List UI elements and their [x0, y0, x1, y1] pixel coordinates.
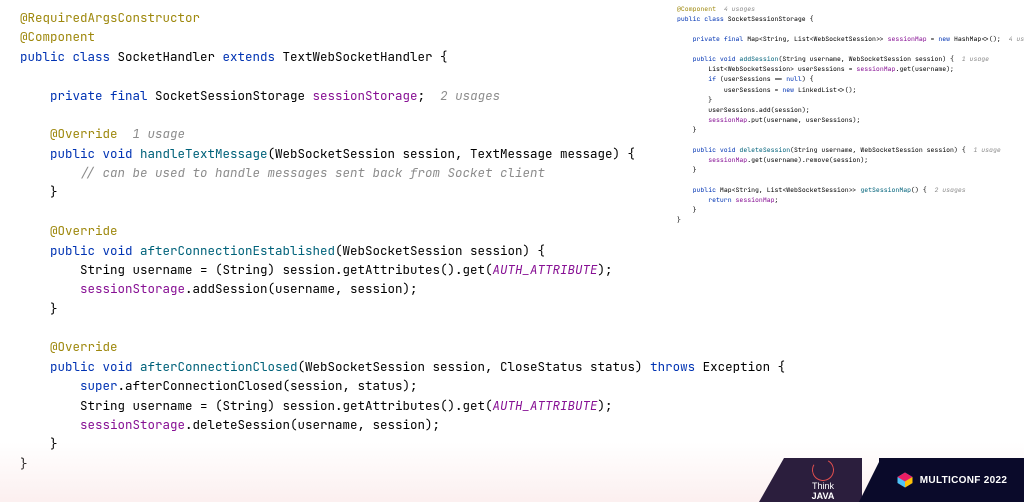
code-line: userSessions.add(session);: [677, 105, 1009, 115]
code-line: [20, 318, 670, 337]
footer-slant: [859, 458, 881, 502]
code-line: public void handleTextMessage(WebSocketS…: [20, 144, 670, 163]
multiconf-icon: [896, 471, 914, 489]
footer-bar: ThinkJAVA MULTICONF 2022: [699, 458, 1024, 502]
code-line: [677, 24, 1009, 34]
side-code-panel: @Component 4 usages public class SocketS…: [677, 4, 1009, 225]
code-line: public void deleteSession(String usernam…: [677, 145, 1009, 155]
code-line: // can be used to handle messages sent b…: [20, 163, 670, 182]
code-line: [20, 105, 670, 124]
code-line: return sessionMap;: [677, 195, 1009, 205]
code-line: String username = (String) session.getAt…: [20, 396, 670, 415]
usage-hint: 2 usages: [440, 87, 500, 104]
code-line: @Component 4 usages: [677, 4, 1009, 14]
code-line: [20, 66, 670, 85]
code-line: @Override: [20, 221, 670, 240]
multiconf-text: MULTICONF 2022: [920, 475, 1007, 486]
code-line: [677, 44, 1009, 54]
code-line: @RequiredArgsConstructor: [20, 8, 670, 27]
code-line: [20, 202, 670, 221]
code-line: public class SocketHandler extends TextW…: [20, 47, 670, 66]
code-line: userSessions = new LinkedList<>();: [677, 85, 1009, 95]
ring-icon: [810, 456, 837, 483]
code-line: @Component: [20, 27, 670, 46]
think-java-logo: ThinkJAVA: [784, 458, 862, 502]
main-code-panel: @RequiredArgsConstructor @Component publ…: [20, 8, 670, 473]
code-line: public Map<String, List<WebSocketSession…: [677, 185, 1009, 195]
code-line: private final Map<String, List<WebSocket…: [677, 34, 1009, 44]
code-line: if (userSessions == null) {: [677, 74, 1009, 84]
annotation: @RequiredArgsConstructor: [20, 9, 200, 26]
code-line: public void afterConnectionClosed(WebSoc…: [20, 357, 670, 376]
code-line: }: [677, 215, 1009, 225]
code-line: sessionMap.get(username).remove(session)…: [677, 155, 1009, 165]
code-line: private final SocketSessionStorage sessi…: [20, 86, 670, 105]
footer-slant: [759, 458, 784, 502]
code-line: sessionStorage.deleteSession(username, s…: [20, 415, 670, 434]
annotation: @Component: [20, 28, 95, 45]
code-line: }: [677, 165, 1009, 175]
usage-hint: 1 usage: [133, 125, 186, 142]
code-line: }: [677, 95, 1009, 105]
code-line: public class SocketSessionStorage {: [677, 14, 1009, 24]
code-line: [677, 135, 1009, 145]
code-line: List<WebSocketSession> userSessions = se…: [677, 64, 1009, 74]
code-line: }: [20, 434, 670, 453]
code-line: @Override 1 usage: [20, 124, 670, 143]
code-line: sessionStorage.addSession(username, sess…: [20, 279, 670, 298]
code-line: }: [677, 205, 1009, 215]
code-line: sessionMap.put(username, userSessions);: [677, 115, 1009, 125]
code-line: }: [677, 125, 1009, 135]
code-line: public void afterConnectionEstablished(W…: [20, 241, 670, 260]
code-line: }: [20, 299, 670, 318]
code-line: public void addSession(String username, …: [677, 54, 1009, 64]
code-line: [677, 175, 1009, 185]
code-line: @Override: [20, 337, 670, 356]
code-line: }: [20, 182, 670, 201]
multiconf-logo: MULTICONF 2022: [879, 458, 1024, 502]
code-line: super.afterConnectionClosed(session, sta…: [20, 376, 670, 395]
code-line: }: [20, 454, 670, 473]
code-line: String username = (String) session.getAt…: [20, 260, 670, 279]
